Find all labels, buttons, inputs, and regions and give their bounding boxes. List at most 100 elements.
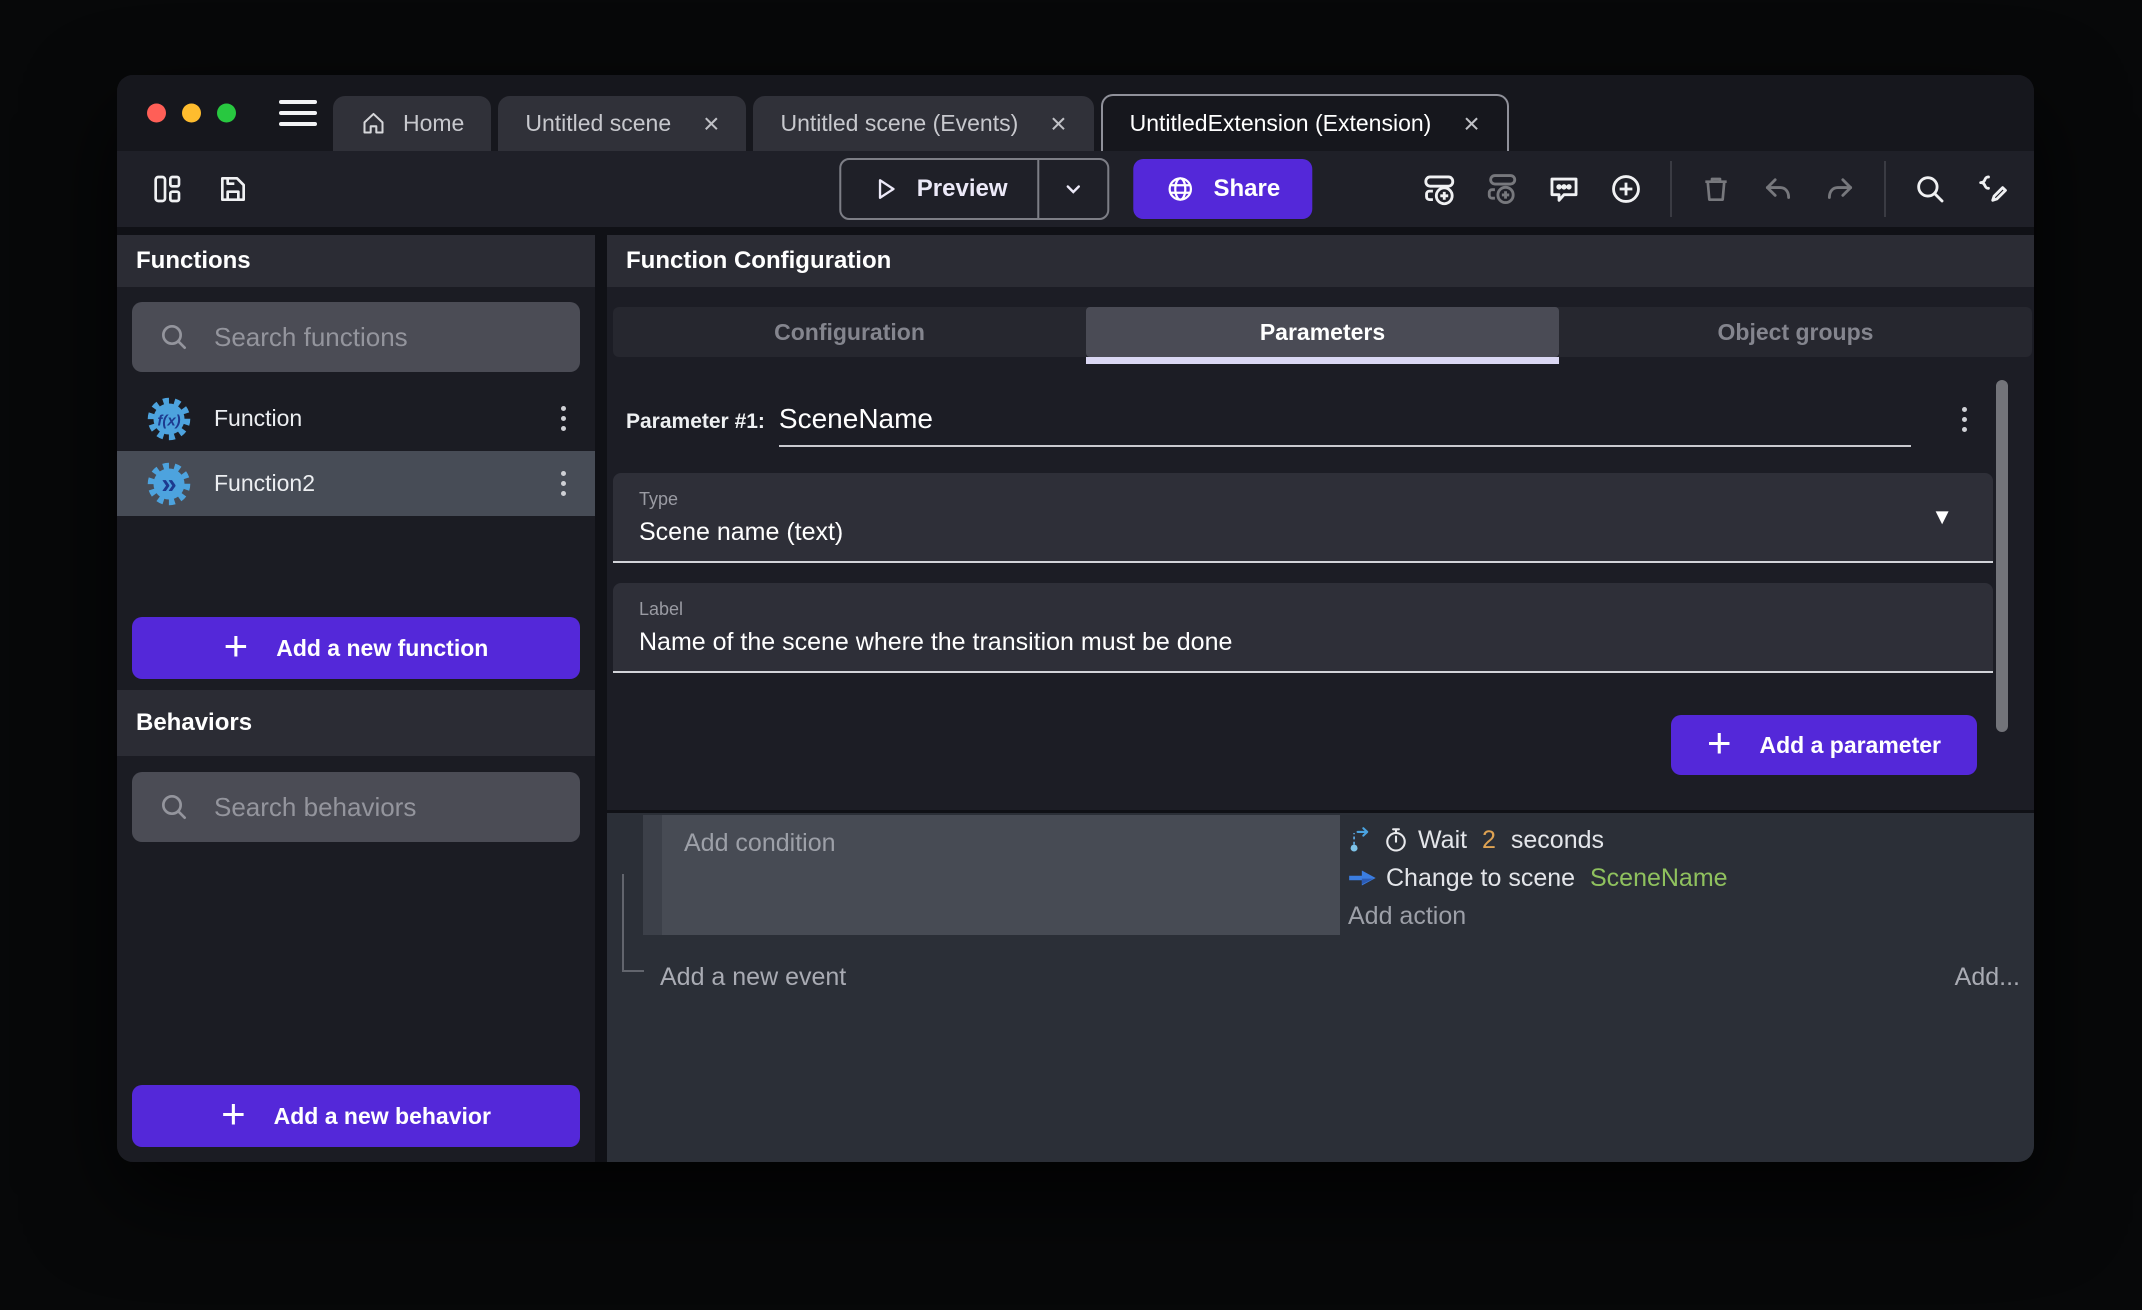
search-icon[interactable] <box>1912 171 1948 207</box>
search-behaviors-input[interactable] <box>212 791 560 824</box>
app-window: Home Untitled scene × Untitled scene (Ev… <box>117 75 2034 1162</box>
close-window-button[interactable] <box>147 104 166 123</box>
toolbar-right-icons <box>1422 161 2010 217</box>
tab-label: Untitled scene (Events) <box>780 110 1018 137</box>
search-icon <box>158 791 190 823</box>
save-icon[interactable] <box>215 171 251 207</box>
add-parameter-button[interactable]: + Add a parameter <box>1671 715 1977 775</box>
add-new-event-button[interactable]: Add a new event <box>660 963 846 992</box>
sidebar-spacer <box>117 842 595 1085</box>
change-scene-arrow-icon <box>1348 864 1378 892</box>
kebab-menu-icon[interactable] <box>557 406 569 431</box>
zoom-window-button[interactable] <box>217 104 236 123</box>
event-bracket <box>622 874 644 972</box>
chevron-down-icon <box>1062 177 1086 201</box>
toolbar-divider <box>1670 161 1672 217</box>
tab-label: Configuration <box>774 319 925 346</box>
close-tab-icon[interactable]: × <box>1463 110 1479 138</box>
events-sheet: Add condition Wait 2 seconds Change to s… <box>607 813 2034 1162</box>
tab-label: Home <box>403 110 464 137</box>
kebab-menu-icon[interactable] <box>557 471 569 496</box>
tab-parameters[interactable]: Parameters <box>1086 307 1559 357</box>
add-action-label: Add action <box>1348 902 1466 931</box>
tab-home[interactable]: Home <box>333 96 491 151</box>
sidebar: Functions f(x) Function <box>117 235 595 1162</box>
undo-icon[interactable] <box>1760 171 1796 207</box>
scrollbar-thumb[interactable] <box>1996 380 2008 732</box>
add-condition-area[interactable]: Add condition <box>662 815 1340 935</box>
comment-icon[interactable] <box>1546 171 1582 207</box>
stopwatch-icon <box>1382 826 1410 854</box>
globe-icon <box>1166 174 1196 204</box>
add-condition-label: Add condition <box>684 829 836 857</box>
close-tab-icon[interactable]: × <box>1050 110 1066 138</box>
behaviors-section-header: Behaviors <box>117 690 595 756</box>
title-bar: Home Untitled scene × Untitled scene (Ev… <box>117 75 2034 151</box>
search-behaviors-box[interactable] <box>132 772 580 842</box>
add-new-function-button[interactable]: + Add a new function <box>132 617 580 679</box>
minimize-window-button[interactable] <box>182 104 201 123</box>
function-fx-gear-icon: f(x) <box>146 396 192 442</box>
hamburger-menu-icon[interactable] <box>279 100 317 126</box>
action-text: Change to scene <box>1386 864 1582 893</box>
preview-button[interactable]: Preview <box>839 158 1110 220</box>
search-functions-input[interactable] <box>212 321 560 354</box>
field-label: Label <box>639 599 1967 620</box>
parameter-name-field[interactable]: SceneName <box>779 403 1911 447</box>
actions-column: Wait 2 seconds Change to scene SceneName… <box>1340 815 2034 935</box>
search-functions-box[interactable] <box>132 302 580 372</box>
field-label: Type <box>639 489 1967 510</box>
tab-untitled-extension[interactable]: UntitledExtension (Extension) × <box>1101 94 1509 151</box>
event-drag-handle[interactable] <box>643 815 662 935</box>
tab-object-groups[interactable]: Object groups <box>1559 307 2032 357</box>
field-value: Name of the scene where the transition m… <box>639 628 1967 657</box>
add-action-button[interactable]: Add action <box>1348 897 2034 935</box>
tab-configuration[interactable]: Configuration <box>613 307 1086 357</box>
share-button[interactable]: Share <box>1134 159 1313 219</box>
circle-plus-icon[interactable] <box>1608 171 1644 207</box>
action-wait[interactable]: Wait 2 seconds <box>1348 821 2034 859</box>
add-new-behavior-button[interactable]: + Add a new behavior <box>132 1085 580 1147</box>
configuration-panel: Configuration Parameters Object groups P… <box>607 287 2034 810</box>
redo-icon[interactable] <box>1822 171 1858 207</box>
edit-extension-icon[interactable] <box>1974 171 2010 207</box>
function-chevrons-gear-icon: » <box>146 461 192 507</box>
functions-section-header: Functions <box>117 235 595 287</box>
tab-label: UntitledExtension (Extension) <box>1130 110 1432 137</box>
screen: Home Untitled scene × Untitled scene (Ev… <box>0 0 2142 1310</box>
label-text-field[interactable]: Label Name of the scene where the transi… <box>613 583 1993 673</box>
list-item-function[interactable]: f(x) Function <box>117 386 595 451</box>
preview-dropdown-button[interactable] <box>1040 160 1108 218</box>
action-text: Wait <box>1418 826 1474 855</box>
action-scene-name: SceneName <box>1590 864 1728 893</box>
svg-text:»: » <box>161 468 176 499</box>
tab-label: Object groups <box>1718 319 1874 346</box>
content-area: Functions f(x) Function <box>117 227 2034 1162</box>
close-tab-icon[interactable]: × <box>703 110 719 138</box>
page-title: Function Configuration <box>626 247 891 275</box>
search-icon <box>158 321 190 353</box>
preview-label: Preview <box>917 175 1008 203</box>
event-block: Add condition Wait 2 seconds Change to s… <box>643 815 2034 935</box>
type-select-field[interactable]: Type Scene name (text) ▼ <box>613 473 1993 563</box>
behaviors-title: Behaviors <box>136 709 252 737</box>
share-label: Share <box>1214 175 1281 203</box>
layout-columns-icon[interactable] <box>149 171 185 207</box>
toolbar: Preview Share <box>117 151 2034 227</box>
add-event-icon[interactable] <box>1422 171 1458 207</box>
parameter-kebab-menu-icon[interactable] <box>1958 407 1970 432</box>
trash-icon[interactable] <box>1698 171 1734 207</box>
functions-title: Functions <box>136 247 251 275</box>
tab-untitled-scene-events[interactable]: Untitled scene (Events) × <box>753 96 1093 151</box>
functions-list: f(x) Function » Function2 <box>117 386 595 516</box>
tab-untitled-scene[interactable]: Untitled scene × <box>498 96 746 151</box>
add-behavior-label: Add a new behavior <box>274 1103 491 1130</box>
add-more-button[interactable]: Add... <box>1955 963 2020 992</box>
list-item-function2[interactable]: » Function2 <box>117 451 595 516</box>
add-subevent-icon[interactable] <box>1484 171 1520 207</box>
action-change-scene[interactable]: Change to scene SceneName <box>1348 859 2034 897</box>
tab-label: Parameters <box>1260 319 1385 346</box>
plus-icon: + <box>224 625 249 667</box>
add-parameter-label: Add a parameter <box>1759 732 1941 759</box>
configuration-tab-bar: Configuration Parameters Object groups <box>613 307 2032 357</box>
